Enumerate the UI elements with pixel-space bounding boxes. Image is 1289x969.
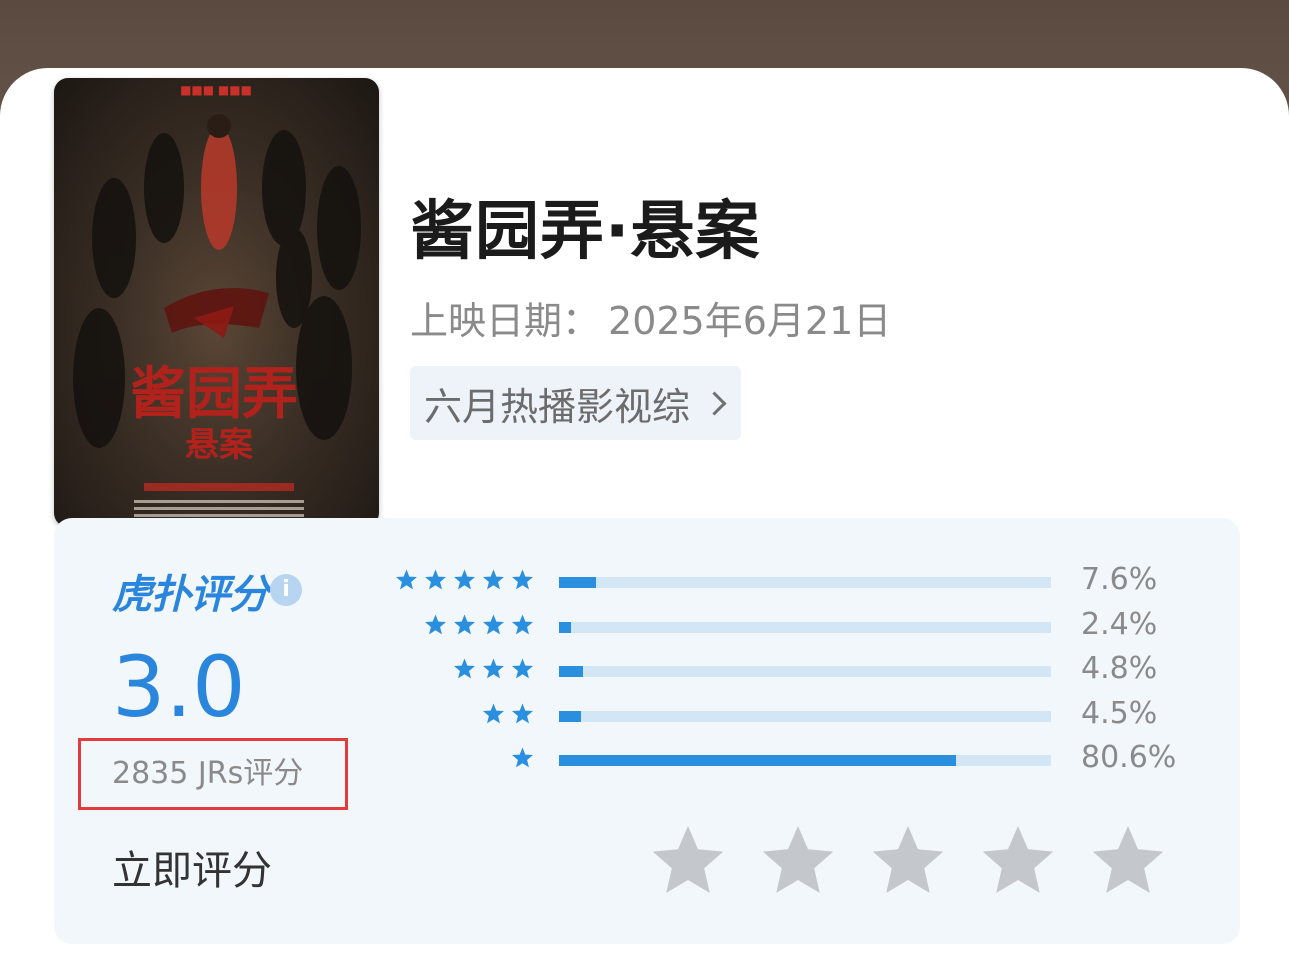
star-icon [483, 703, 504, 724]
star-icon [483, 614, 504, 634]
distribution-percent: 4.8% [1081, 651, 1158, 687]
release-date: 上映日期： 2025年6月21日 [410, 290, 891, 345]
star-icon [483, 569, 504, 590]
star-icon [512, 658, 533, 679]
distribution-stars [505, 746, 534, 769]
distribution-row-2-star: 4.5% [384, 696, 1184, 732]
distribution-row-5-star: 7.6% [384, 562, 1184, 598]
svg-text:悬案: 悬案 [185, 425, 254, 465]
svg-text:■■■ ■■■: ■■■ ■■■ [180, 83, 252, 97]
star-icon [512, 747, 533, 768]
distribution-bar-track [559, 710, 1051, 722]
star-icon [454, 614, 475, 634]
distribution-bar-fill [559, 755, 956, 767]
hupu-rating-logo: 虎扑评分® [112, 562, 286, 620]
distribution-bar-track [559, 577, 1051, 588]
poster-title-text: 酱园弄 [130, 361, 298, 427]
distribution-bar-fill [559, 666, 583, 678]
distribution-row-3-star: 4.8% [384, 651, 1184, 687]
distribution-row-1-star: 80.6% [384, 740, 1184, 776]
distribution-bar-track [559, 621, 1051, 633]
category-tag-link[interactable]: 六月热播影视综 [410, 366, 742, 440]
user-rating-stars[interactable] [650, 823, 1200, 899]
distribution-row-4-star: 2.4% [384, 607, 1184, 643]
rate-star-1-icon[interactable] [650, 823, 726, 899]
rate-star-5-icon[interactable] [1090, 823, 1166, 899]
star-icon [512, 569, 533, 590]
distribution-percent: 4.5% [1081, 695, 1158, 731]
average-score: 3.0 [112, 638, 246, 736]
distribution-percent: 2.4% [1081, 606, 1158, 642]
distribution-stars [418, 613, 534, 636]
rating-panel: 虎扑评分® i 3.0 2835 JRs评分 立即评分 7.6% 2.4% 4.8%… [54, 518, 1240, 944]
rate-star-3-icon[interactable] [870, 823, 946, 899]
distribution-stars [476, 702, 534, 725]
distribution-bar-fill [559, 710, 582, 722]
movie-title: 酱园弄·悬案 [410, 195, 761, 269]
star-icon [425, 569, 446, 590]
star-icon [425, 614, 446, 634]
release-date-value: 2025年6月21日 [608, 299, 892, 343]
rate-now-button[interactable]: 立即评分 [112, 838, 272, 896]
star-icon [454, 658, 475, 679]
star-icon [512, 703, 533, 724]
star-icon [454, 569, 475, 590]
distribution-stars [447, 657, 534, 680]
star-icon [483, 658, 504, 679]
brand-label: 虎扑评分 [112, 572, 269, 618]
distribution-bar-fill [559, 621, 571, 633]
rate-star-2-icon[interactable] [760, 823, 836, 899]
distribution-bar-track [559, 666, 1051, 678]
distribution-percent: 80.6% [1081, 740, 1177, 776]
rate-star-4-icon[interactable] [980, 823, 1056, 899]
star-icon [512, 614, 533, 634]
release-date-label: 上映日期： [410, 299, 601, 343]
info-icon[interactable]: i [270, 574, 302, 606]
star-icon [396, 569, 417, 590]
distribution-bar-track [559, 755, 1051, 767]
distribution-percent: 7.6% [1081, 562, 1158, 597]
poster-image: ■■■ ■■■ 酱园弄 悬案 [73, 83, 361, 517]
chevron-right-icon [702, 390, 727, 416]
movie-poster[interactable]: ■■■ ■■■ 酱园弄 悬案 [54, 78, 379, 527]
rating-count: 2835 JRs评分 [112, 756, 304, 791]
distribution-bar-fill [559, 577, 597, 588]
distribution-stars [389, 568, 534, 591]
category-tag-label: 六月热播影视综 [424, 384, 691, 429]
